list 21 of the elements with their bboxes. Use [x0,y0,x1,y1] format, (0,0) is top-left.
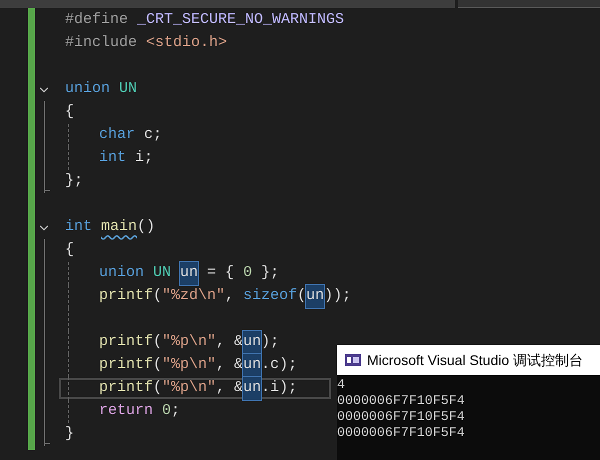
console-app-icon [345,354,361,366]
code-line: int main() [65,217,156,238]
code-line: #define _CRT_SECURE_NO_WARNINGS [65,10,344,30]
code-line: }; [65,171,84,192]
code-line: char c; [99,125,162,146]
code-line: printf("%p\n", &un.c); [99,355,298,376]
console-output-line: 4 [337,377,345,393]
code-line: return 0; [99,401,180,422]
code-line: { [65,240,74,260]
code-line: union UN [65,79,138,100]
console-title: Microsoft Visual Studio 调试控制台 [367,350,584,370]
code-line: union UN un = { 0 }; [99,263,280,284]
code-line: int i; [99,148,154,168]
console-output-line: 0000006F7F10F5F4 [337,425,465,441]
code-line: printf("%p\n", &un); [99,332,280,353]
code-line: printf("%zd\n", sizeof(un)); [99,286,352,307]
console-output-line: 0000006F7F10F5F4 [337,393,465,409]
code-line: #include <stdio.h> [65,33,228,54]
code-line: } [65,424,74,444]
console-output-line: 0000006F7F10F5F4 [337,409,465,425]
code-line: { [65,102,74,122]
